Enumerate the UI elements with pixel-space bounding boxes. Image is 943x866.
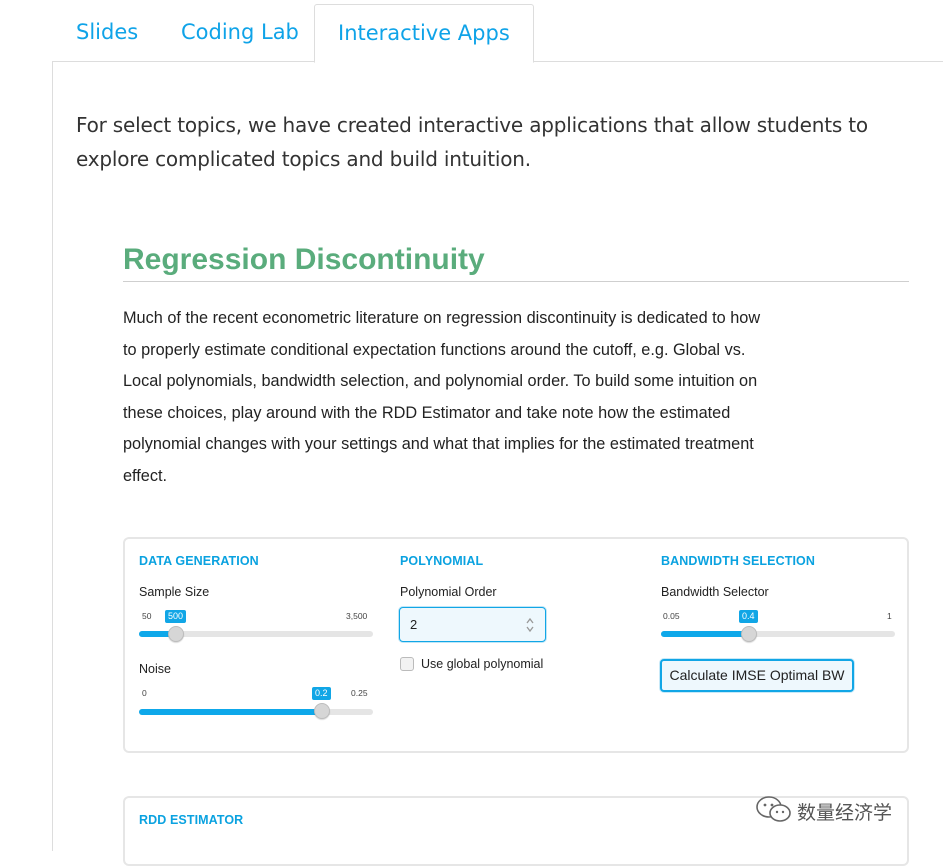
rdd-estimator-heading: RDD ESTIMATOR (139, 813, 244, 827)
title-divider (123, 281, 909, 282)
tab-coding-lab[interactable]: Coding Lab (158, 4, 322, 62)
bandwidth-max: 1 (887, 611, 892, 621)
sample-size-min: 50 (142, 611, 152, 621)
bandwidth-heading: BANDWIDTH SELECTION (661, 554, 815, 568)
intro-text: For select topics, we have created inter… (76, 113, 868, 171)
bandwidth-handle[interactable] (741, 626, 757, 642)
tab-slides[interactable]: Slides (53, 4, 161, 62)
sample-size-max: 3,500 (346, 611, 368, 621)
global-polynomial-label: Use global polynomial (421, 657, 544, 671)
tab-interactive-apps[interactable]: Interactive Apps (314, 4, 534, 63)
polynomial-order-value: 2 (410, 617, 418, 632)
tab-content-border (52, 62, 53, 851)
bandwidth-value: 0.4 (739, 610, 758, 623)
bandwidth-min: 0.05 (663, 611, 680, 621)
noise-value: 0.2 (312, 687, 331, 700)
data-generation-heading: DATA GENERATION (139, 554, 259, 568)
noise-max: 0.25 (351, 688, 368, 698)
noise-fill (139, 709, 323, 715)
polynomial-order-label: Polynomial Order (400, 585, 497, 599)
stepper-icon[interactable] (525, 615, 535, 635)
calculate-imse-button[interactable]: Calculate IMSE Optimal BW (660, 659, 854, 692)
noise-min: 0 (142, 688, 147, 698)
polynomial-heading: POLYNOMIAL (400, 554, 484, 568)
noise-handle[interactable] (314, 703, 330, 719)
bandwidth-fill (661, 631, 749, 637)
bandwidth-selector-label: Bandwidth Selector (661, 585, 769, 599)
sample-size-value: 500 (165, 610, 187, 623)
watermark-text: 数量经济学 (797, 802, 893, 824)
wechat-icon (756, 796, 791, 822)
controls-panel: DATA GENERATION Sample Size 50 500 3,500… (123, 537, 909, 753)
app-description: Much of the recent econometric literatur… (123, 309, 761, 485)
global-polynomial-checkbox[interactable] (400, 657, 414, 671)
watermark: 数量经济学 (755, 792, 943, 826)
tab-bar: Slides Coding Lab Interactive Apps (52, 0, 943, 63)
polynomial-order-input[interactable]: 2 (399, 607, 546, 642)
sample-size-label: Sample Size (139, 585, 210, 599)
sample-size-handle[interactable] (168, 626, 184, 642)
noise-label: Noise (139, 662, 171, 676)
app-title: Regression Discontinuity (123, 243, 485, 276)
